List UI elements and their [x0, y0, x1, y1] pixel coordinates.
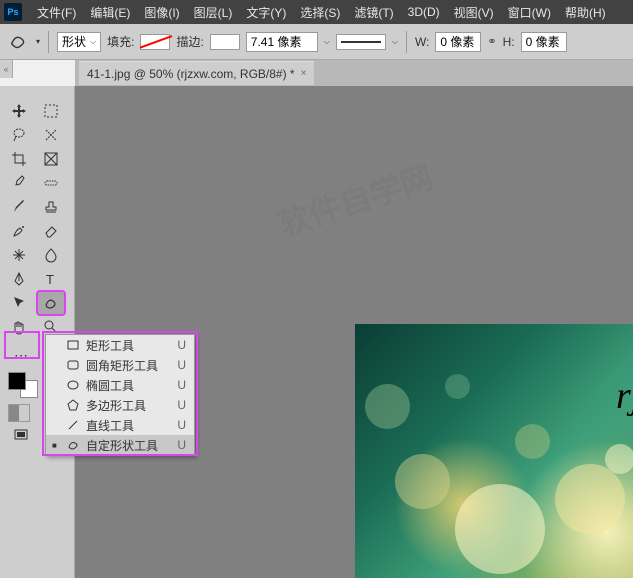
foreground-color[interactable] [8, 372, 26, 390]
tab-title: 41-1.jpg @ 50% (rjzxw.com, RGB/8#) * [87, 67, 295, 81]
polygon-tool-item[interactable]: 多边形工具 U [46, 395, 194, 415]
hand-tool[interactable] [6, 316, 32, 338]
fill-swatch[interactable] [140, 34, 170, 50]
menu-help[interactable]: 帮助(H) [558, 4, 613, 21]
divider [48, 31, 49, 53]
stroke-swatch[interactable] [210, 34, 240, 50]
pen-tool[interactable] [6, 268, 32, 290]
gradient-tool[interactable] [6, 244, 32, 266]
marquee-tool[interactable] [38, 100, 64, 122]
width-input[interactable]: 0 像素 [435, 32, 481, 52]
quick-select-tool[interactable] [38, 124, 64, 146]
menu-file[interactable]: 文件(F) [30, 4, 83, 21]
svg-text:T: T [46, 272, 54, 287]
custom-shape-tool-item[interactable]: ■ 自定形状工具 U [46, 435, 194, 455]
healing-tool[interactable] [38, 172, 64, 194]
stroke-width-input[interactable]: 7.41 像素 [246, 32, 318, 52]
menu-image[interactable]: 图像(I) [137, 4, 186, 21]
menu-filter[interactable]: 滤镜(T) [347, 4, 400, 21]
h-label: H: [503, 35, 515, 49]
brush-tool[interactable] [6, 196, 32, 218]
color-swatches[interactable] [8, 372, 38, 398]
watermark: 软件自学网 [272, 152, 438, 245]
lasso-tool[interactable] [6, 124, 32, 146]
fill-label: 填充: [107, 33, 134, 50]
screen-mode-toggle[interactable] [8, 424, 34, 446]
document-text: rjzxw. [616, 374, 633, 418]
blur-tool[interactable] [38, 244, 64, 266]
ellipse-tool-item[interactable]: 椭圆工具 U [46, 375, 194, 395]
menu-view[interactable]: 视图(V) [447, 4, 501, 21]
tab-close-icon[interactable]: × [301, 68, 307, 79]
document-tab[interactable]: 41-1.jpg @ 50% (rjzxw.com, RGB/8#) * × [79, 61, 314, 85]
menu-type[interactable]: 文字(Y) [239, 4, 293, 21]
custom-shape-icon [66, 439, 80, 451]
eyedropper-tool[interactable] [6, 172, 32, 194]
stroke-label: 描边: [176, 33, 203, 50]
w-label: W: [415, 35, 429, 49]
menu-layer[interactable]: 图层(L) [187, 4, 240, 21]
toolbox: T ⋯ [0, 86, 75, 578]
ellipse-icon [66, 379, 80, 391]
shape-mode-select[interactable]: 形状 ⌵ [57, 32, 101, 52]
stroke-style-arrow[interactable]: ⌵ [392, 37, 398, 47]
canvas[interactable]: 软件自学网 rjzxw. [75, 86, 633, 578]
tool-preset-arrow[interactable]: ▾ [36, 37, 40, 46]
document-image: rjzxw. [355, 324, 633, 578]
stroke-style-select[interactable] [336, 34, 386, 50]
crop-tool[interactable] [6, 148, 32, 170]
link-icon[interactable]: ⚭ [487, 35, 496, 48]
quickmask-toggle[interactable] [8, 404, 30, 422]
options-bar: ▾ 形状 ⌵ 填充: 描边: 7.41 像素 ⌵ ⌵ W: 0 像素 ⚭ H: … [0, 24, 633, 60]
stroke-width-arrow[interactable]: ⌵ [324, 37, 330, 47]
dock-collapse[interactable]: « [0, 60, 13, 78]
document-tab-bar: 41-1.jpg @ 50% (rjzxw.com, RGB/8#) * × [75, 60, 633, 86]
check-icon: ■ [52, 441, 60, 450]
roundrect-tool-item[interactable]: 圆角矩形工具 U [46, 355, 194, 375]
height-input[interactable]: 0 像素 [521, 32, 567, 52]
rect-tool-item[interactable]: 矩形工具 U [46, 335, 194, 355]
history-brush-tool[interactable] [6, 220, 32, 242]
ps-logo: Ps [4, 3, 22, 21]
menu-3d[interactable]: 3D(D) [401, 5, 447, 19]
menu-edit[interactable]: 编辑(E) [83, 4, 137, 21]
roundrect-icon [66, 359, 80, 371]
shape-mode-label: 形状 [62, 33, 86, 50]
line-icon [66, 419, 80, 431]
edit-toolbar-icon[interactable]: ⋯ [8, 344, 34, 366]
rect-icon [66, 339, 80, 351]
line-tool-item[interactable]: 直线工具 U [46, 415, 194, 435]
divider [406, 31, 407, 53]
menu-bar: Ps 文件(F) 编辑(E) 图像(I) 图层(L) 文字(Y) 选择(S) 滤… [0, 0, 633, 24]
stamp-tool[interactable] [38, 196, 64, 218]
menu-window[interactable]: 窗口(W) [501, 4, 558, 21]
menu-select[interactable]: 选择(S) [293, 4, 347, 21]
frame-tool[interactable] [38, 148, 64, 170]
eraser-tool[interactable] [38, 220, 64, 242]
shape-tool[interactable] [38, 292, 64, 314]
current-tool-icon[interactable] [8, 31, 30, 53]
polygon-icon [66, 399, 80, 411]
shape-tool-flyout: 矩形工具 U 圆角矩形工具 U 椭圆工具 U 多边形工具 U 直线工具 U ■ … [45, 334, 195, 456]
path-select-tool[interactable] [6, 292, 32, 314]
chevron-down-icon: ⌵ [90, 37, 96, 47]
main-area: T ⋯ 软件自学网 rjzxw. [0, 86, 633, 578]
move-tool[interactable] [6, 100, 32, 122]
type-tool[interactable]: T [38, 268, 64, 290]
